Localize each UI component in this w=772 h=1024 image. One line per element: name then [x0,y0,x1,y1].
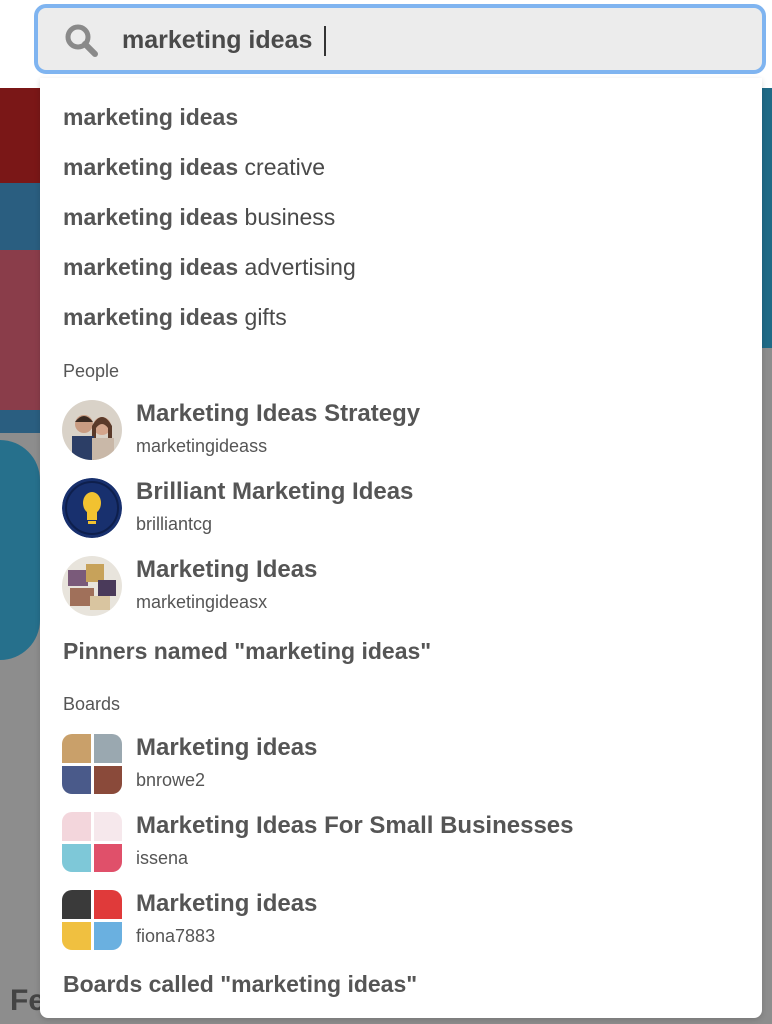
board-thumbnail [62,812,122,872]
pin-image-fragment [0,250,40,410]
see-all-boards-link[interactable]: Boards called "marketing ideas" [63,971,417,998]
pin-image-fragment [0,88,40,183]
board-name: Marketing Ideas For Small Businesses [136,812,574,839]
suggestion-item[interactable]: marketing ideas business [63,202,335,232]
search-bar[interactable] [34,4,766,74]
see-all-pinners-link[interactable]: Pinners named "marketing ideas" [63,638,431,665]
person-result[interactable]: Marketing Ideas marketingideasx [62,556,742,622]
pin-image-fragment [0,440,40,660]
suggestion-item[interactable]: marketing ideas advertising [63,252,356,282]
search-suggestions-dropdown: marketing ideas marketing ideas creative… [40,78,762,1018]
avatar [62,556,122,616]
person-name: Marketing Ideas Strategy [136,400,421,427]
suggestion-item[interactable]: marketing ideas [63,102,238,132]
boards-section-label: Boards [63,694,121,714]
board-name: Marketing ideas [136,734,318,761]
person-name: Brilliant Marketing Ideas [136,478,414,505]
suggestion-query: marketing ideas [63,204,239,230]
board-thumbnail [62,734,122,794]
board-result[interactable]: Marketing ideas bnrowe2 [62,734,742,800]
board-thumbnail [62,890,122,950]
suggestion-query: marketing ideas [63,154,239,180]
board-owner: bnrowe2 [136,770,206,790]
suggestion-item[interactable]: marketing ideas gifts [63,302,287,332]
person-result[interactable]: Brilliant Marketing Ideas brilliantcg [62,478,742,544]
board-name: Marketing ideas [136,890,318,917]
person-handle: marketingideasx [136,592,268,612]
search-icon [65,24,98,57]
person-handle: marketingideass [136,436,268,456]
search-input[interactable] [122,20,722,60]
suggestion-completion: advertising [238,254,356,280]
person-name: Marketing Ideas [136,556,318,583]
avatar [62,400,122,460]
board-owner: issena [136,848,189,868]
suggestion-query: marketing ideas [63,304,239,330]
suggestion-completion: business [238,204,336,230]
suggestion-query: marketing ideas [63,254,239,280]
people-section-label: People [63,361,120,381]
person-result[interactable]: Marketing Ideas Strategy marketingideass [62,400,742,466]
suggestion-completion: creative [238,154,326,180]
board-owner: fiona7883 [136,926,216,946]
suggestion-query: marketing ideas [63,104,239,130]
text-cursor [324,26,326,56]
board-result[interactable]: Marketing Ideas For Small Businesses iss… [62,812,742,878]
board-result[interactable]: Marketing ideas fiona7883 [62,890,742,956]
lightbulb-logo-avatar [62,478,122,538]
suggestion-item[interactable]: marketing ideas creative [63,152,325,182]
person-handle: brilliantcg [136,514,213,534]
suggestion-completion: gifts [238,304,287,330]
